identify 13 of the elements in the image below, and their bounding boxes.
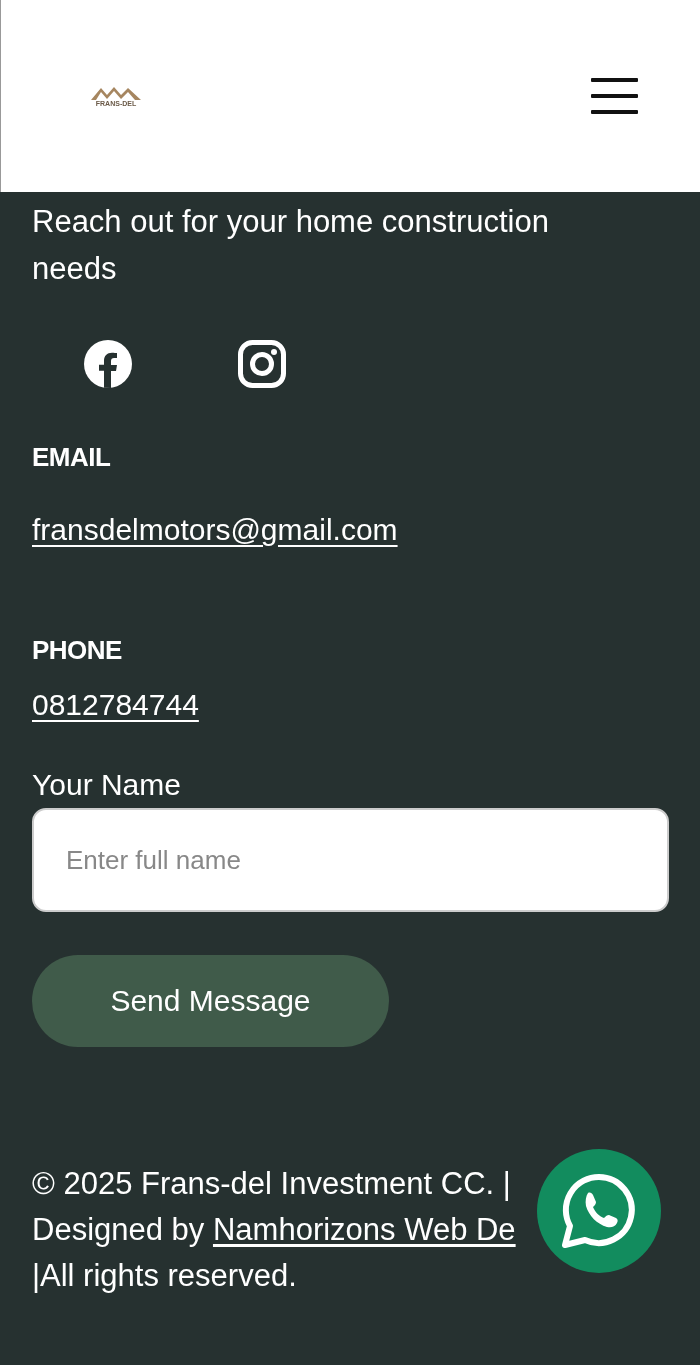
phone-label: PHONE bbox=[32, 635, 123, 666]
designer-link[interactable]: Namhorizons Web De bbox=[212, 1212, 516, 1247]
name-label: Your Name bbox=[32, 768, 182, 802]
instagram-icon[interactable] bbox=[238, 340, 286, 388]
email-label: EMAIL bbox=[32, 442, 112, 473]
name-input-field[interactable]: Enter full name bbox=[32, 808, 669, 912]
phone-link[interactable]: 0812784744 bbox=[32, 688, 199, 722]
menu-button[interactable] bbox=[591, 78, 638, 114]
copyright-text: © 2025 Frans-del Investment CC. | Designed by Namhorizons Web De |All rights reserved. bbox=[32, 1165, 516, 1295]
facebook-icon[interactable] bbox=[84, 340, 132, 388]
send-message-button[interactable]: Send Message bbox=[32, 955, 389, 1047]
tagline: Reach out for your home construction needs bbox=[32, 203, 550, 288]
email-link[interactable]: fransdelmotors@gmail.com bbox=[32, 513, 398, 547]
